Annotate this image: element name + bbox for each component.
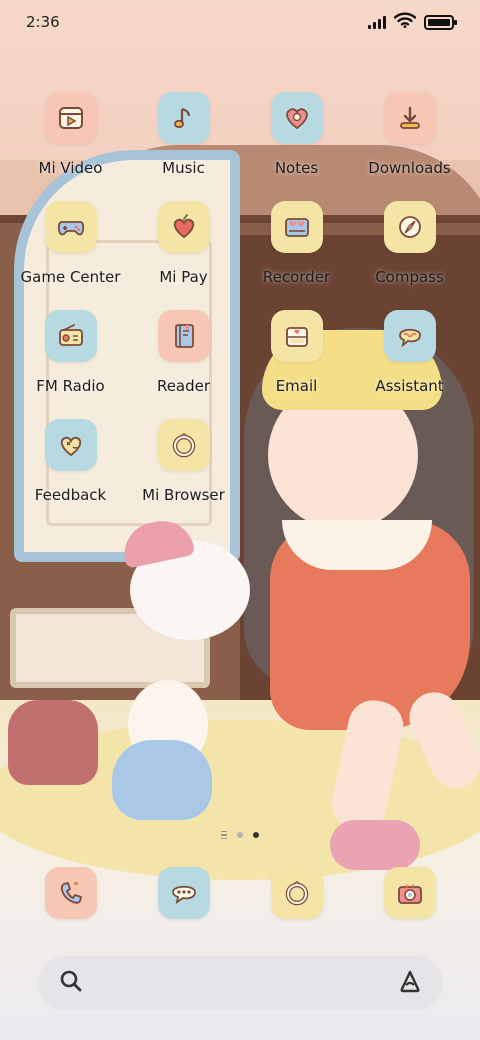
app-label: Recorder [262,268,331,286]
app-mi-video[interactable]: Mi Video [14,92,127,178]
app-label: Assistant [375,377,444,395]
feedback-heart-icon [44,419,97,471]
app-game-center[interactable]: Game Center [14,201,127,287]
app-email[interactable]: Email [240,310,353,396]
radio-icon [44,310,97,362]
app-notes[interactable]: Notes [240,92,353,178]
app-label: Feedback [34,486,107,504]
app-mi-pay[interactable]: Mi Pay [127,201,240,287]
app-label: Email [275,377,318,395]
recorder-icon [270,201,323,253]
app-feedback[interactable]: Feedback [14,419,127,505]
browser-ring-icon [157,419,210,471]
page-indicator[interactable] [200,829,280,841]
dock [14,867,466,919]
search-bar[interactable] [38,956,443,1010]
app-label: FM Radio [36,377,105,395]
app-label: Notes [274,159,319,177]
app-label: Mi Browser [142,486,225,504]
app-label: Game Center [20,268,121,286]
app-downloads[interactable]: Downloads [353,92,466,178]
browser-ring-icon [270,867,323,919]
dock-phone[interactable] [14,867,127,919]
battery-fill [428,18,450,26]
assistant-a-icon[interactable] [397,968,423,998]
compass-icon [383,201,436,253]
heart-wallet-icon [157,201,210,253]
app-mi-browser[interactable]: Mi Browser [127,419,240,505]
app-music[interactable]: Music [127,92,240,178]
app-label: Music [162,159,205,177]
battery-icon [424,14,457,30]
notes-heart-icon [270,92,323,144]
dock-camera[interactable] [353,867,466,919]
gamepad-icon [44,201,97,253]
dock-browser[interactable] [240,867,353,919]
assistant-bubble-icon [383,310,436,362]
status-time: 2:36 [26,13,60,31]
app-recorder[interactable]: Recorder [240,201,353,287]
status-icons [368,12,457,32]
page-list-icon [221,830,227,840]
dock-messages[interactable] [127,867,240,919]
wifi-icon [393,12,417,32]
camera-icon [383,867,436,919]
music-note-icon [157,92,210,144]
mi-video-icon [44,92,97,144]
phone-icon [44,867,97,919]
status-bar: 2:36 [0,0,480,44]
app-assistant[interactable]: Assistant [353,310,466,396]
book-icon [157,310,210,362]
app-label: Mi Pay [159,268,208,286]
app-fm-radio[interactable]: FM Radio [14,310,127,396]
app-label: Reader [156,377,211,395]
app-grid: Mi Video Music Notes Downloads Game Cent… [14,92,466,505]
app-label: Compass [375,268,444,286]
messages-icon [157,867,210,919]
app-reader[interactable]: Reader [127,310,240,396]
email-icon [270,310,323,362]
signal-icon [368,15,386,29]
download-icon [383,92,436,144]
app-label: Mi Video [38,159,103,177]
page-dot-active [253,832,259,838]
page-dot [237,832,243,838]
app-compass[interactable]: Compass [353,201,466,287]
search-icon [58,968,84,998]
app-label: Downloads [368,159,451,177]
